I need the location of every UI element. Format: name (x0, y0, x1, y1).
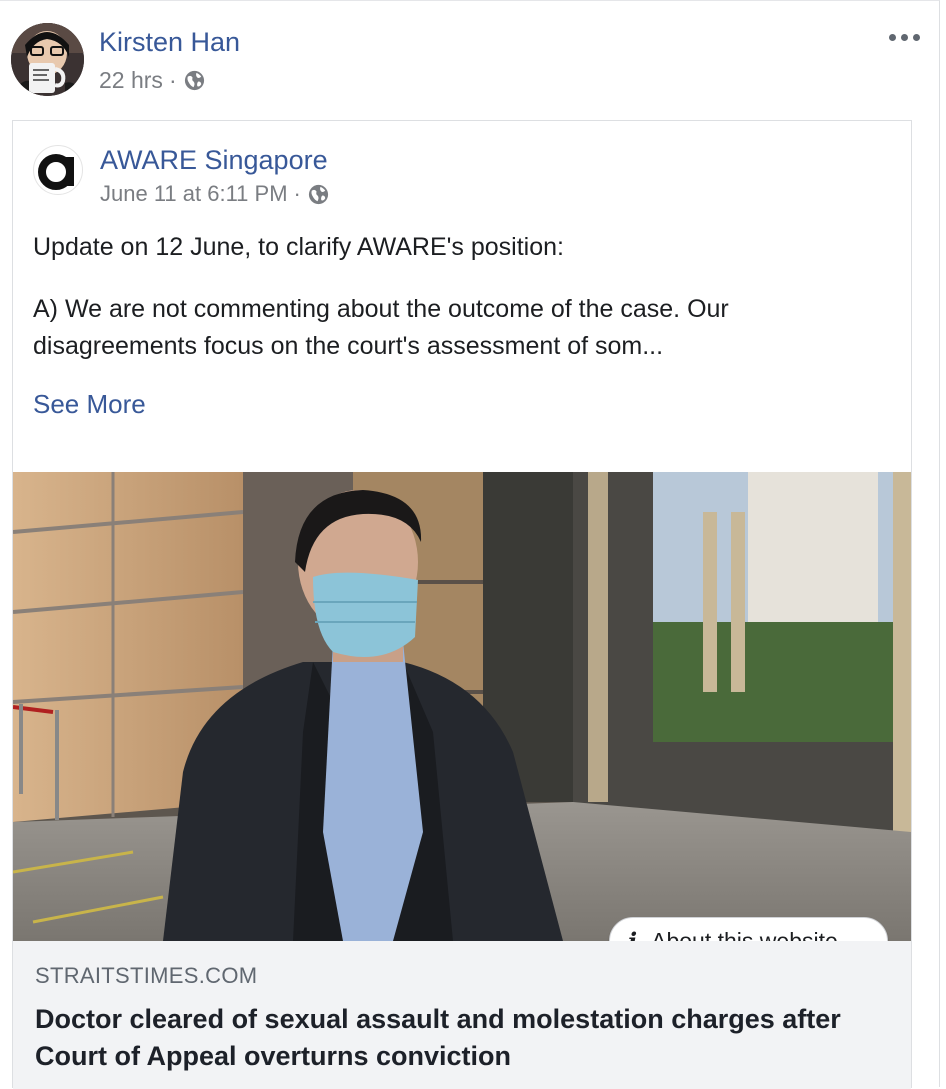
post-time[interactable]: 22 hrs (99, 67, 163, 94)
page-logo[interactable] (33, 145, 83, 195)
shared-post-time[interactable]: June 11 at 6:11 PM (100, 181, 288, 207)
more-dots-icon (888, 33, 896, 41)
post-text-paragraph: A) We are not commenting about the outco… (33, 295, 729, 360)
see-more-link[interactable]: See More (33, 389, 146, 420)
post-card: Kirsten Han 22 hrs · AWARE Singapore Jun… (0, 0, 940, 1089)
link-domain: STRAITSTIMES.COM (35, 963, 258, 988)
more-options-button[interactable] (884, 25, 924, 49)
author-avatar[interactable] (11, 23, 84, 96)
post-text-paragraph: Update on 12 June, to clarify AWARE's po… (33, 233, 564, 261)
meta-separator: · (168, 67, 177, 93)
article-photo (13, 472, 911, 941)
author-name[interactable]: Kirsten Han (99, 27, 240, 58)
more-dots-icon (912, 33, 920, 41)
meta-separator: · (293, 181, 301, 206)
shared-post: AWARE Singapore June 11 at 6:11 PM · Upd… (12, 120, 912, 1089)
shared-post-text: Update on 12 June, to clarify AWARE's po… (33, 229, 893, 365)
link-preview-image[interactable] (13, 472, 911, 941)
post-meta: 22 hrs · (99, 67, 206, 94)
author-avatar-image (11, 23, 84, 96)
more-dots-icon (900, 33, 908, 41)
globe-icon[interactable] (183, 69, 206, 92)
link-title[interactable]: Doctor cleared of sexual assault and mol… (35, 1001, 885, 1075)
aware-logo-icon (38, 154, 74, 190)
link-preview-footer[interactable]: STRAITSTIMES.COM Doctor cleared of sexua… (13, 941, 911, 1089)
page-name[interactable]: AWARE Singapore (100, 145, 328, 176)
globe-icon[interactable] (307, 183, 330, 206)
shared-post-meta: June 11 at 6:11 PM · (100, 181, 330, 207)
